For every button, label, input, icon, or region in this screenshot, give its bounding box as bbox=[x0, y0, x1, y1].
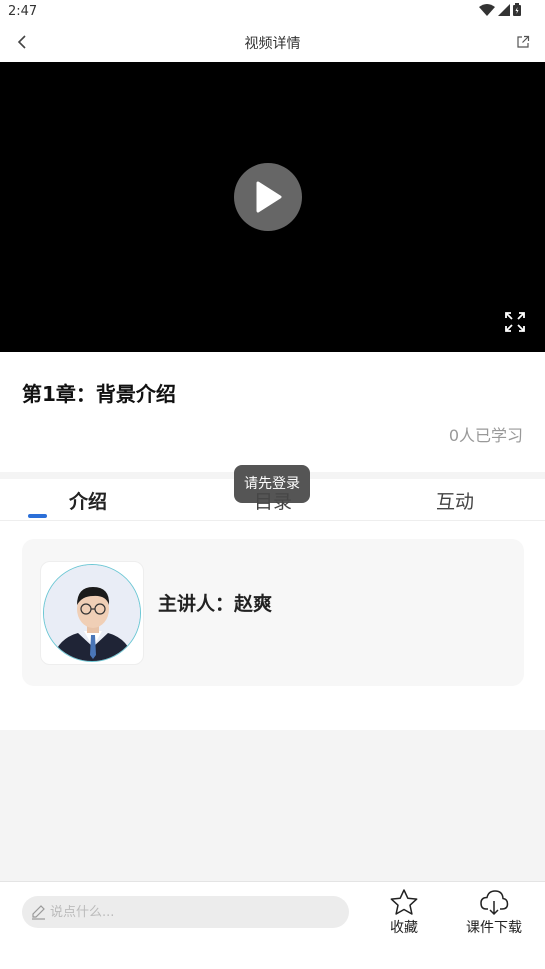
tab-interact[interactable]: 互动 bbox=[436, 487, 474, 514]
status-time: 2:47 bbox=[8, 4, 38, 19]
chapter-info: 第1章：背景介绍 0人已学习 bbox=[0, 352, 545, 472]
avatar-frame bbox=[40, 561, 144, 665]
chapter-title: 第1章：背景介绍 bbox=[22, 382, 176, 406]
share-button[interactable] bbox=[511, 30, 535, 54]
pencil-icon bbox=[32, 905, 45, 920]
cloud-download-icon bbox=[480, 890, 509, 916]
battery-icon bbox=[513, 3, 521, 16]
star-icon bbox=[390, 889, 418, 915]
intro-content: 主讲人：赵爽 bbox=[0, 521, 545, 730]
page-title: 视频详情 bbox=[244, 36, 301, 52]
tab-active-indicator bbox=[28, 514, 47, 518]
download-button[interactable]: 课件下载 bbox=[466, 888, 522, 937]
share-icon bbox=[517, 35, 530, 48]
favorite-button[interactable]: 收藏 bbox=[389, 888, 419, 937]
learn-count: 0人已学习 bbox=[448, 426, 523, 445]
tab-intro[interactable]: 介绍 bbox=[69, 487, 107, 514]
comment-input[interactable] bbox=[50, 904, 330, 920]
lecturer-card[interactable]: 主讲人：赵爽 bbox=[22, 539, 524, 686]
download-label: 课件下载 bbox=[466, 920, 522, 936]
status-icons bbox=[479, 3, 521, 16]
lecturer-avatar bbox=[43, 564, 141, 662]
nav-bar: 视频详情 bbox=[0, 22, 545, 62]
favorite-label: 收藏 bbox=[390, 920, 418, 936]
fullscreen-button[interactable] bbox=[503, 310, 527, 334]
lecturer-name: 主讲人：赵爽 bbox=[158, 593, 273, 615]
comment-box[interactable] bbox=[22, 896, 349, 928]
person-portrait-icon bbox=[44, 565, 140, 661]
signal-icon bbox=[498, 3, 510, 16]
login-toast: 请先登录 bbox=[234, 465, 310, 503]
status-bar: 2:47 bbox=[0, 0, 545, 22]
video-player[interactable] bbox=[0, 62, 545, 352]
wifi-icon bbox=[479, 3, 495, 16]
fullscreen-icon bbox=[505, 312, 525, 332]
bottom-bar: 收藏 课件下载 bbox=[0, 881, 545, 969]
play-button[interactable] bbox=[234, 163, 302, 231]
play-icon bbox=[256, 181, 282, 213]
